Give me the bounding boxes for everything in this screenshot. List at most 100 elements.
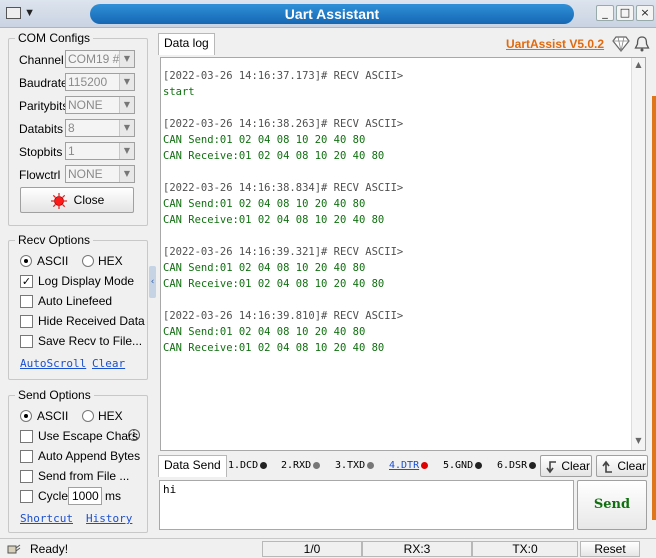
close-button-label: Close: [73, 193, 105, 207]
hide-received-checkbox[interactable]: [20, 315, 33, 328]
log-entry: [2022-03-26 14:16:39.321]# RECV ASCII> C…: [163, 244, 633, 292]
paritybits-select[interactable]: NONE ▼: [65, 96, 135, 114]
flowctrl-select[interactable]: NONE ▼: [65, 165, 135, 183]
flowctrl-value: NONE: [68, 167, 103, 181]
cycle-checkbox[interactable]: [20, 490, 33, 503]
clear-send-label: Clear: [617, 459, 647, 473]
app-icon: [6, 7, 21, 20]
scroll-up-icon[interactable]: ▲: [632, 58, 645, 72]
log-line: CAN Send:01 02 04 08 10 20 40 80: [163, 134, 366, 146]
gnd-indicator: 5.GND: [443, 457, 483, 475]
log-timestamp: [2022-03-26 14:16:39.810]# RECV ASCII>: [163, 310, 404, 322]
log-scrollbar[interactable]: ▲ ▼: [631, 58, 645, 450]
append-bytes-checkbox[interactable]: [20, 450, 33, 463]
shortcut-link[interactable]: Shortcut: [20, 512, 73, 525]
system-menu-button[interactable]: ▼: [6, 5, 42, 21]
dtr-toggle[interactable]: 4.DTR: [389, 457, 429, 475]
dtr-dot-icon: [421, 461, 429, 469]
tab-data-log[interactable]: Data log: [158, 33, 215, 55]
gnd-dot-icon: [475, 461, 483, 469]
diamond-icon[interactable]: [612, 36, 630, 52]
minimize-button[interactable]: _: [596, 5, 614, 21]
clear-arrow-icon: [546, 461, 556, 474]
window-edge-accent: [652, 96, 656, 520]
log-line: CAN Receive:01 02 04 08 10 20 40 80: [163, 214, 385, 226]
cycle-interval-input[interactable]: 1000: [68, 487, 102, 505]
channel-value: COM19 #L: [68, 52, 127, 66]
title-bar: ▼ Uart Assistant _ □ ×: [0, 0, 656, 28]
clear-log-button[interactable]: Clear: [540, 455, 592, 477]
dsr-dot-icon: [529, 461, 537, 469]
txd-indicator: 3.TXD: [335, 457, 375, 475]
recv-clear-link[interactable]: Clear: [92, 357, 125, 370]
recv-hex-label: HEX: [98, 254, 123, 268]
status-count: 1/0: [262, 541, 362, 557]
dtr-label: 4.DTR: [389, 460, 420, 471]
status-text: Ready!: [30, 542, 69, 556]
chevron-down-icon: ▼: [119, 51, 134, 67]
txd-dot-icon: [367, 461, 375, 469]
log-timestamp: [2022-03-26 14:16:37.173]# RECV ASCII>: [163, 70, 404, 82]
escape-chars-checkbox[interactable]: [20, 430, 33, 443]
channel-label: Channel: [19, 53, 64, 67]
collapse-panel-handle[interactable]: ‹: [149, 266, 156, 298]
data-log-view[interactable]: [2022-03-26 14:16:37.173]# RECV ASCII> s…: [160, 57, 646, 451]
send-file-checkbox[interactable]: [20, 470, 33, 483]
recv-ascii-label: ASCII: [37, 254, 69, 268]
chevron-down-icon: ▼: [119, 120, 134, 136]
clear-arrow-up-icon: [602, 460, 612, 473]
cycle-unit-label: ms: [105, 489, 121, 503]
txd-label: 3.TXD: [335, 460, 366, 471]
log-entry: [2022-03-26 14:16:39.810]# RECV ASCII> C…: [163, 308, 633, 356]
dcd-dot-icon: [260, 461, 268, 469]
flowctrl-label: Flowctrl: [19, 168, 61, 182]
history-link[interactable]: History: [86, 512, 132, 525]
databits-select[interactable]: 8 ▼: [65, 119, 135, 137]
info-icon[interactable]: i: [128, 429, 140, 441]
brand-link[interactable]: UartAssist V5.0.2: [506, 37, 604, 51]
log-timestamp: [2022-03-26 14:16:39.321]# RECV ASCII>: [163, 246, 404, 258]
clear-send-button[interactable]: Clear: [596, 455, 648, 477]
recv-hex-radio[interactable]: [82, 255, 94, 267]
paritybits-value: NONE: [68, 98, 103, 112]
autoscroll-link[interactable]: AutoScroll: [20, 357, 86, 370]
scroll-down-icon[interactable]: ▼: [632, 434, 645, 448]
bell-icon[interactable]: [634, 35, 650, 52]
log-line: CAN Send:01 02 04 08 10 20 40 80: [163, 326, 366, 338]
dsr-label: 6.DSR: [497, 460, 528, 471]
rxd-label: 2.RXD: [281, 460, 312, 471]
send-input[interactable]: hi: [159, 480, 574, 530]
log-timestamp: [2022-03-26 14:16:38.834]# RECV ASCII>: [163, 182, 404, 194]
send-button[interactable]: Send: [577, 480, 647, 530]
save-recv-checkbox[interactable]: [20, 335, 33, 348]
baudrate-label: Baudrate: [19, 76, 68, 90]
close-port-button[interactable]: Close: [20, 187, 134, 213]
cycle-label: Cycle: [38, 489, 69, 503]
maximize-button[interactable]: □: [616, 5, 634, 21]
auto-linefeed-label: Auto Linefeed: [38, 294, 113, 308]
log-display-checkbox[interactable]: ✓: [20, 275, 33, 288]
log-entry: [2022-03-26 14:16:37.173]# RECV ASCII> s…: [163, 68, 633, 100]
recv-options-title: Recv Options: [15, 233, 94, 247]
status-bar: Ready! 1/0 RX:3 TX:0 Reset: [0, 538, 656, 558]
dcd-indicator: 1.DCD: [228, 457, 268, 475]
recv-ascii-radio[interactable]: [20, 255, 32, 267]
close-window-button[interactable]: ×: [636, 5, 654, 21]
tab-data-send[interactable]: Data Send: [158, 455, 227, 477]
dsr-indicator: 6.DSR: [497, 457, 537, 475]
dcd-label: 1.DCD: [228, 460, 259, 471]
log-line: CAN Receive:01 02 04 08 10 20 40 80: [163, 342, 385, 354]
paritybits-label: Paritybits: [19, 99, 69, 113]
send-ascii-radio[interactable]: [20, 410, 32, 422]
send-hex-radio[interactable]: [82, 410, 94, 422]
baudrate-value: 115200: [68, 75, 108, 89]
channel-select[interactable]: COM19 #L ▼: [65, 50, 135, 68]
stopbits-select[interactable]: 1 ▼: [65, 142, 135, 160]
gnd-label: 5.GND: [443, 460, 474, 471]
log-timestamp: [2022-03-26 14:16:38.263]# RECV ASCII>: [163, 118, 404, 130]
auto-linefeed-checkbox[interactable]: [20, 295, 33, 308]
log-content: [2022-03-26 14:16:37.173]# RECV ASCII> s…: [163, 68, 633, 356]
baudrate-select[interactable]: 115200 ▼: [65, 73, 135, 91]
reset-button[interactable]: Reset: [580, 541, 640, 557]
databits-value: 8: [68, 121, 75, 135]
